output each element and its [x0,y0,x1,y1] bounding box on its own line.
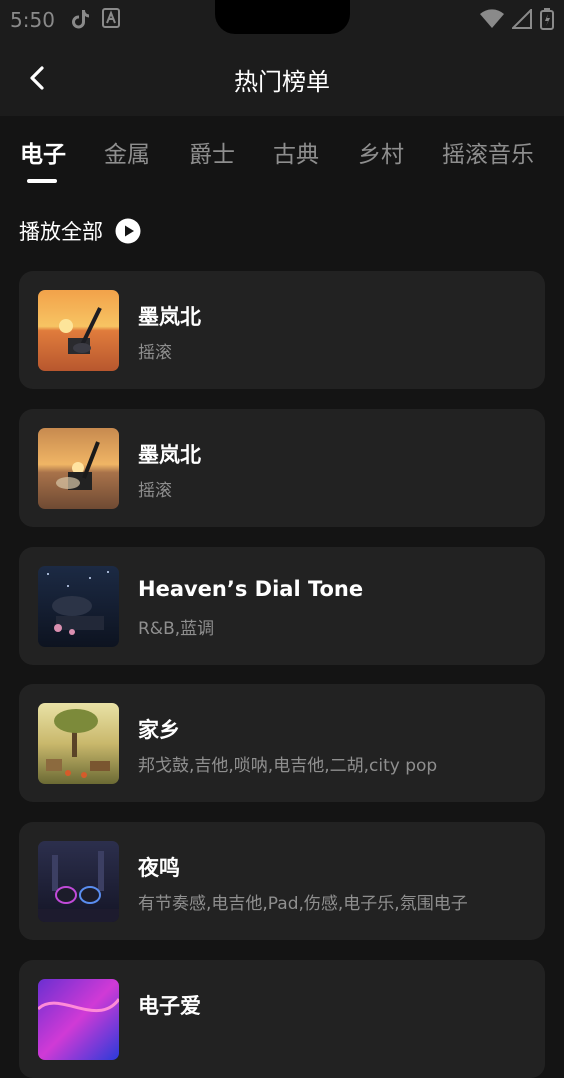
song-title: 夜鸣 [138,856,180,880]
signal-icon [512,9,532,29]
tab-metal[interactable]: 金属 [104,135,150,169]
wifi-icon [480,9,504,28]
top-app-bar: 热门榜单 [0,40,564,116]
song-tags: 邦戈鼓,吉他,唢呐,电吉他,二胡,city pop [138,756,438,776]
tab-country[interactable]: 乡村 [358,135,404,169]
font-icon [102,8,120,28]
song-cover [38,428,119,509]
play-all-label: 播放全部 [19,220,103,244]
song-card[interactable]: 墨岚北 摇滚 [19,271,545,389]
tab-rock[interactable]: 摇滚音乐 [442,135,534,169]
song-tags: R&B,蓝调 [138,619,215,639]
song-tags: 摇滚 [138,481,172,501]
tab-classical[interactable]: 古典 [273,135,319,169]
status-time: 5:50 [10,8,55,32]
song-cover [38,703,119,784]
tab-electronic[interactable]: 电子 [20,135,66,169]
song-cover [38,979,119,1060]
song-card[interactable]: 墨岚北 摇滚 [19,409,545,527]
song-card[interactable]: Heaven’s Dial Tone R&B,蓝调 [19,547,545,665]
song-cover [38,290,119,371]
tiktok-icon [72,10,89,29]
song-tags: 有节奏感,电吉他,Pad,伤感,电子乐,氛围电子 [138,894,468,914]
status-system-icons [480,8,554,30]
song-tags: 摇滚 [138,343,172,363]
status-bar: 5:50 [0,0,564,40]
page-title: 热门榜单 [234,68,330,96]
camera-notch [215,0,350,34]
song-cover [38,841,119,922]
song-card[interactable]: 夜鸣 有节奏感,电吉他,Pad,伤感,电子乐,氛围电子 [19,822,545,940]
genre-tabs: 电子 金属 爵士 古典 乡村 摇滚音乐 [0,135,564,185]
song-title: 家乡 [138,718,180,742]
song-title: 墨岚北 [138,443,201,467]
song-card[interactable]: 电子爱 [19,960,545,1078]
song-title: 电子爱 [138,994,201,1018]
tab-jazz[interactable]: 爵士 [189,135,235,169]
song-card[interactable]: 家乡 邦戈鼓,吉他,唢呐,电吉他,二胡,city pop [19,684,545,802]
status-notification-icons [70,8,120,30]
play-all-button[interactable]: 播放全部 [19,216,141,246]
battery-icon [540,8,554,30]
song-title: Heaven’s Dial Tone [138,577,364,601]
song-cover [38,566,119,647]
active-tab-indicator [27,179,57,183]
play-circle-icon [115,218,141,244]
song-title: 墨岚北 [138,305,201,329]
